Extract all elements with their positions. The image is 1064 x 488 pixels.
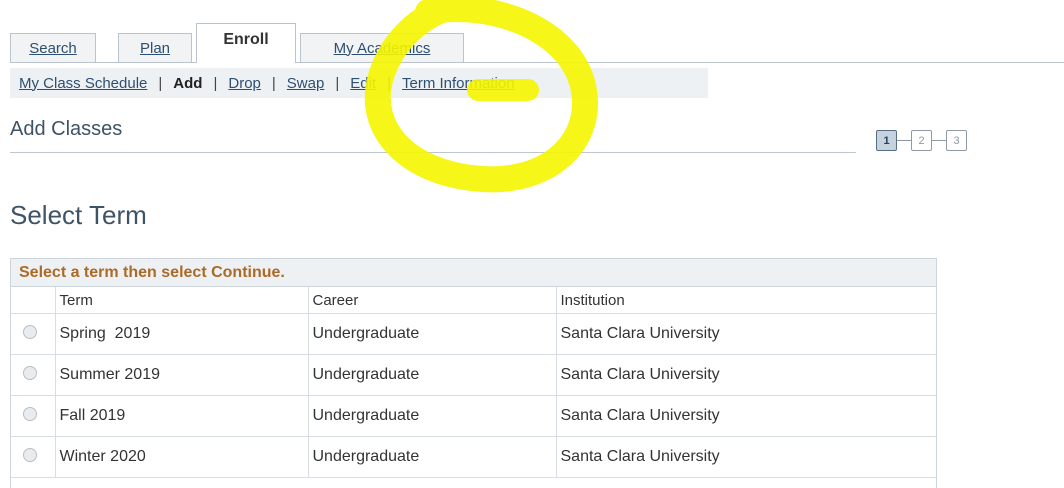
subnav-add: Add — [173, 74, 203, 92]
subnav-drop[interactable]: Drop — [228, 75, 261, 92]
subnav-swap[interactable]: Swap — [287, 75, 325, 92]
tab-enroll[interactable]: Enroll — [196, 23, 296, 63]
term-cell: Summer 2019 — [54, 354, 309, 396]
column-header-institution: Institution — [555, 287, 936, 314]
table-row: Winter 2020 Undergraduate Santa Clara Un… — [11, 436, 936, 478]
section-title: Select Term — [10, 200, 147, 230]
tab-search[interactable]: Search — [10, 33, 96, 62]
term-radio-button[interactable] — [23, 406, 37, 421]
career-cell: Undergraduate — [307, 436, 557, 478]
subnav-separator: | — [387, 74, 391, 92]
table-row: Fall 2019 Undergraduate Santa Clara Univ… — [11, 395, 936, 437]
term-radio-button[interactable] — [23, 447, 37, 462]
institution-cell: Santa Clara University — [555, 395, 936, 437]
tab-bar-divider — [10, 62, 1064, 63]
subnav-separator: | — [271, 74, 276, 92]
term-table: Term Career Institution Spring 2019 Unde… — [11, 287, 936, 478]
subnav-edit[interactable]: Edit — [350, 75, 376, 92]
term-cell: Spring 2019 — [54, 313, 309, 355]
institution-cell: Santa Clara University — [555, 354, 936, 396]
page-title: Add Classes — [10, 118, 123, 140]
select-column-header — [11, 287, 56, 314]
tab-bar: Search Plan Enroll My Academics — [10, 23, 1064, 63]
tab-plan[interactable]: Plan — [118, 33, 192, 62]
career-cell: Undergraduate — [307, 313, 557, 355]
step-connector — [897, 140, 911, 141]
term-cell: Fall 2019 — [54, 395, 309, 437]
table-row: Summer 2019 Undergraduate Santa Clara Un… — [11, 354, 936, 396]
step-connector — [932, 140, 946, 141]
subnav-term-information[interactable]: Term Information — [402, 75, 515, 92]
institution-cell: Santa Clara University — [555, 436, 936, 478]
term-cell: Winter 2020 — [54, 436, 309, 478]
subnav-separator: | — [158, 74, 163, 92]
term-radio-button[interactable] — [23, 324, 37, 339]
tab-my-academics[interactable]: My Academics — [300, 33, 464, 62]
institution-cell: Santa Clara University — [555, 313, 936, 355]
step-3: 3 — [946, 130, 967, 151]
step-2: 2 — [911, 130, 932, 151]
column-header-term: Term — [54, 287, 309, 314]
step-1: 1 — [876, 130, 897, 151]
table-row: Spring 2019 Undergraduate Santa Clara Un… — [11, 313, 936, 355]
subnav-separator: | — [335, 74, 340, 92]
grid-caption: Select a term then select Continue. — [11, 259, 936, 287]
subnav-my-class-schedule[interactable]: My Class Schedule — [19, 75, 147, 92]
title-divider — [10, 152, 856, 153]
table-header-row: Term Career Institution — [11, 287, 936, 314]
term-grid: Select a term then select Continue. Term… — [10, 258, 937, 488]
career-cell: Undergraduate — [307, 395, 557, 437]
subnav-separator: | — [213, 74, 218, 92]
career-cell: Undergraduate — [307, 354, 557, 396]
column-header-career: Career — [307, 287, 557, 314]
enroll-subnav: My Class Schedule | Add | Drop | Swap | … — [10, 68, 708, 98]
term-radio-button[interactable] — [23, 365, 37, 380]
